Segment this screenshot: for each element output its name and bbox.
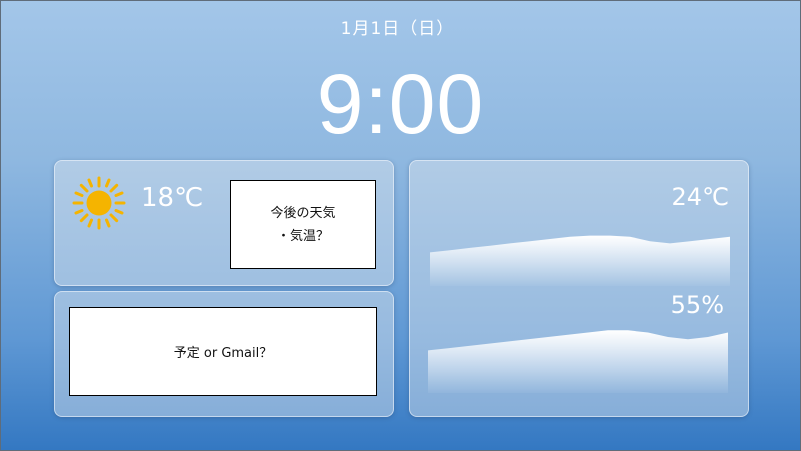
temperature-trend-area xyxy=(430,235,730,286)
forecast-placeholder: 今後の天気 ・気温？ xyxy=(230,180,376,269)
clock-display: 9:00 xyxy=(316,57,485,151)
weather-panel: 18℃ 今後の天気 ・気温？ xyxy=(54,160,394,286)
humidity-trend-graph xyxy=(428,330,728,393)
schedule-panel: 予定 or Gmail？ xyxy=(54,291,394,417)
humidity-label: 55% xyxy=(670,291,724,319)
date-display: 1月1日（日） xyxy=(340,19,455,39)
indoor-temperature-label: 24℃ xyxy=(671,183,730,211)
humidity-trend-area xyxy=(428,330,728,393)
sensor-graph-panel: 24℃ 55% xyxy=(409,160,749,417)
forecast-placeholder-line2: ・気温？ xyxy=(276,228,329,244)
sun-icon xyxy=(72,176,126,230)
dashboard-screen: 1月1日（日） 9:00 18℃ 今後の天気 ・気温？ 予定 or Gmail？… xyxy=(0,0,801,451)
forecast-placeholder-line1: 今後の天気 xyxy=(270,205,336,221)
schedule-placeholder: 予定 or Gmail？ xyxy=(69,307,377,396)
current-temperature: 18℃ xyxy=(141,183,204,213)
temperature-trend-graph xyxy=(430,235,730,286)
